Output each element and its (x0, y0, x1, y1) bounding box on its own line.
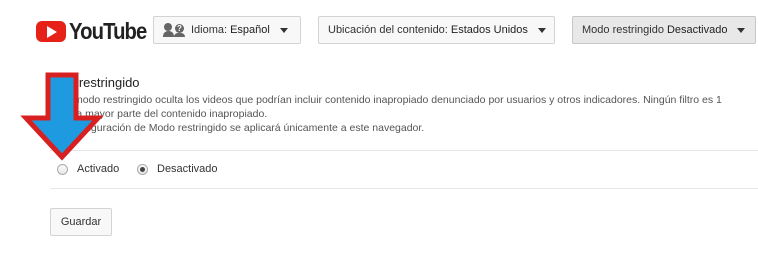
restricted-mode-dropdown[interactable]: Modo restringido Desactivado (572, 16, 756, 44)
restricted-mode-value: Desactivado (666, 24, 728, 36)
language-dropdown[interactable]: ? Idioma: Español (153, 16, 301, 44)
location-dropdown[interactable]: Ubicación del contenido: Estados Unidos (318, 16, 555, 44)
down-arrow-icon (20, 72, 104, 161)
description-line: onfiguración de Modo restringido se apli… (74, 121, 425, 134)
divider (50, 188, 758, 189)
radio-label-desactivado: Desactivado (157, 163, 218, 175)
location-value: Estados Unidos (450, 24, 528, 36)
language-value: Español (230, 24, 270, 36)
chevron-down-icon (279, 27, 288, 33)
language-label: Idioma: (191, 24, 228, 36)
location-label: Ubicación del contenido: (328, 24, 448, 36)
save-button[interactable]: Guardar (50, 208, 112, 236)
restricted-mode-label: Modo restringido (582, 24, 664, 36)
divider (50, 150, 758, 151)
description-line: la mayor parte del contenido inapropiado… (74, 107, 268, 120)
radio-button-desactivado[interactable] (137, 163, 148, 175)
chevron-down-icon (737, 27, 746, 33)
description-line: modo restringido oculta los videos que p… (74, 94, 722, 106)
radio-option-desactivado[interactable]: Desactivado (137, 163, 218, 175)
panel-description: modo restringido oculta los videos que p… (74, 94, 758, 135)
people-icon: ? (163, 23, 185, 37)
chevron-down-icon (537, 27, 546, 33)
